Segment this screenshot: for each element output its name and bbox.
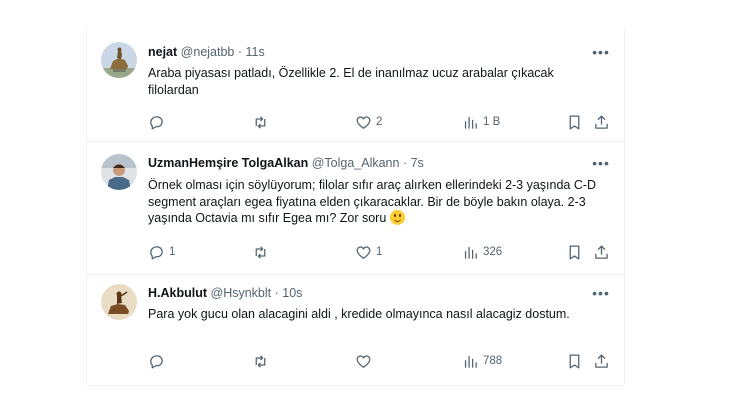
share-icon (595, 353, 608, 368)
view-count: 1 B (483, 116, 501, 128)
retweet-button[interactable] (252, 241, 273, 263)
reply-icon (150, 115, 163, 130)
tweet[interactable]: H.Akbulut @Hsynkblt · 10s ••• Para yok g… (87, 274, 624, 386)
tweet-header: nejat @nejatbb · 11s (148, 45, 265, 59)
tweet-text: Örnek olması için söylüyorum; filolar sı… (148, 177, 603, 227)
display-name[interactable]: UzmanHemşire TolgaAlkan (148, 156, 308, 170)
share-button[interactable] (593, 111, 610, 133)
retweet-button[interactable] (252, 111, 273, 133)
tweet[interactable]: nejat @nejatbb · 11s ••• Araba piyasası … (87, 27, 624, 142)
reply-icon (150, 354, 163, 369)
view-count: 326 (483, 246, 503, 258)
tweet-actions: 1 1 326 (142, 241, 612, 263)
share-icon (595, 244, 608, 259)
display-name[interactable]: nejat (148, 45, 177, 59)
retweet-button[interactable] (252, 350, 273, 372)
bookmark-icon (569, 244, 580, 260)
person-avatar[interactable] (101, 154, 137, 190)
like-count: 1 (376, 246, 383, 258)
bookmark-button[interactable] (566, 241, 583, 263)
tweet-text: Para yok gucu olan alacagini aldi , kred… (148, 307, 570, 321)
reply-button[interactable] (148, 350, 169, 372)
separator-dot: · (237, 45, 243, 59)
retweet-icon (255, 354, 266, 368)
more-options-icon[interactable]: ••• (592, 156, 610, 170)
timestamp[interactable]: 11s (246, 45, 265, 59)
retweet-icon (255, 245, 266, 259)
reply-button[interactable] (148, 111, 169, 133)
share-button[interactable] (593, 350, 610, 372)
user-handle[interactable]: @nejatbb (181, 45, 235, 59)
separator-dot: · (402, 156, 408, 170)
retweet-icon (255, 115, 266, 129)
share-icon (595, 114, 608, 129)
tweet-text-content: Örnek olması için söylüyorum; filolar sı… (148, 178, 597, 225)
bookmark-button[interactable] (566, 350, 583, 372)
heart-icon (356, 115, 371, 129)
like-button[interactable]: 2 (355, 111, 382, 133)
more-options-icon[interactable]: ••• (592, 286, 610, 300)
reply-button[interactable]: 1 (148, 241, 175, 263)
views-button[interactable]: 788 (462, 350, 502, 372)
timestamp[interactable]: 10s (282, 286, 302, 300)
tweet-feed: nejat @nejatbb · 11s ••• Araba piyasası … (86, 27, 625, 386)
rider-avatar[interactable] (101, 284, 137, 320)
views-button[interactable]: 326 (462, 241, 502, 263)
like-button[interactable]: 1 (355, 241, 382, 263)
tweet-header: H.Akbulut @Hsynkblt · 10s (148, 286, 302, 300)
heart-icon (356, 245, 371, 259)
like-button[interactable] (355, 350, 376, 372)
display-name[interactable]: H.Akbulut (148, 286, 207, 300)
like-count: 2 (376, 116, 383, 128)
reply-icon (150, 245, 163, 260)
statue-avatar[interactable] (101, 42, 137, 78)
bookmark-button[interactable] (566, 111, 583, 133)
views-chart-icon (464, 355, 477, 368)
more-options-icon[interactable]: ••• (592, 45, 610, 59)
bookmark-icon (569, 114, 580, 130)
reply-count: 1 (169, 246, 176, 258)
views-chart-icon (464, 116, 477, 129)
views-chart-icon (464, 246, 477, 259)
tweet-actions: 788 (142, 350, 612, 372)
timestamp[interactable]: 7s (411, 156, 424, 170)
tweet[interactable]: UzmanHemşire TolgaAlkan @Tolga_Alkann · … (87, 141, 624, 275)
tweet-actions: 2 1 B (142, 111, 612, 133)
view-count: 788 (483, 355, 503, 367)
user-handle[interactable]: @Hsynkblt (211, 286, 272, 300)
smiling-face-emoji (389, 210, 405, 225)
share-button[interactable] (593, 241, 610, 263)
tweet-header: UzmanHemşire TolgaAlkan @Tolga_Alkann · … (148, 156, 424, 170)
views-button[interactable]: 1 B (462, 111, 500, 133)
bookmark-icon (569, 353, 580, 369)
separator-dot: · (274, 286, 279, 300)
heart-icon (356, 354, 371, 368)
user-handle[interactable]: @Tolga_Alkann (312, 156, 400, 170)
tweet-text: Araba piyasası patladı, Özellikle 2. El … (148, 66, 554, 97)
